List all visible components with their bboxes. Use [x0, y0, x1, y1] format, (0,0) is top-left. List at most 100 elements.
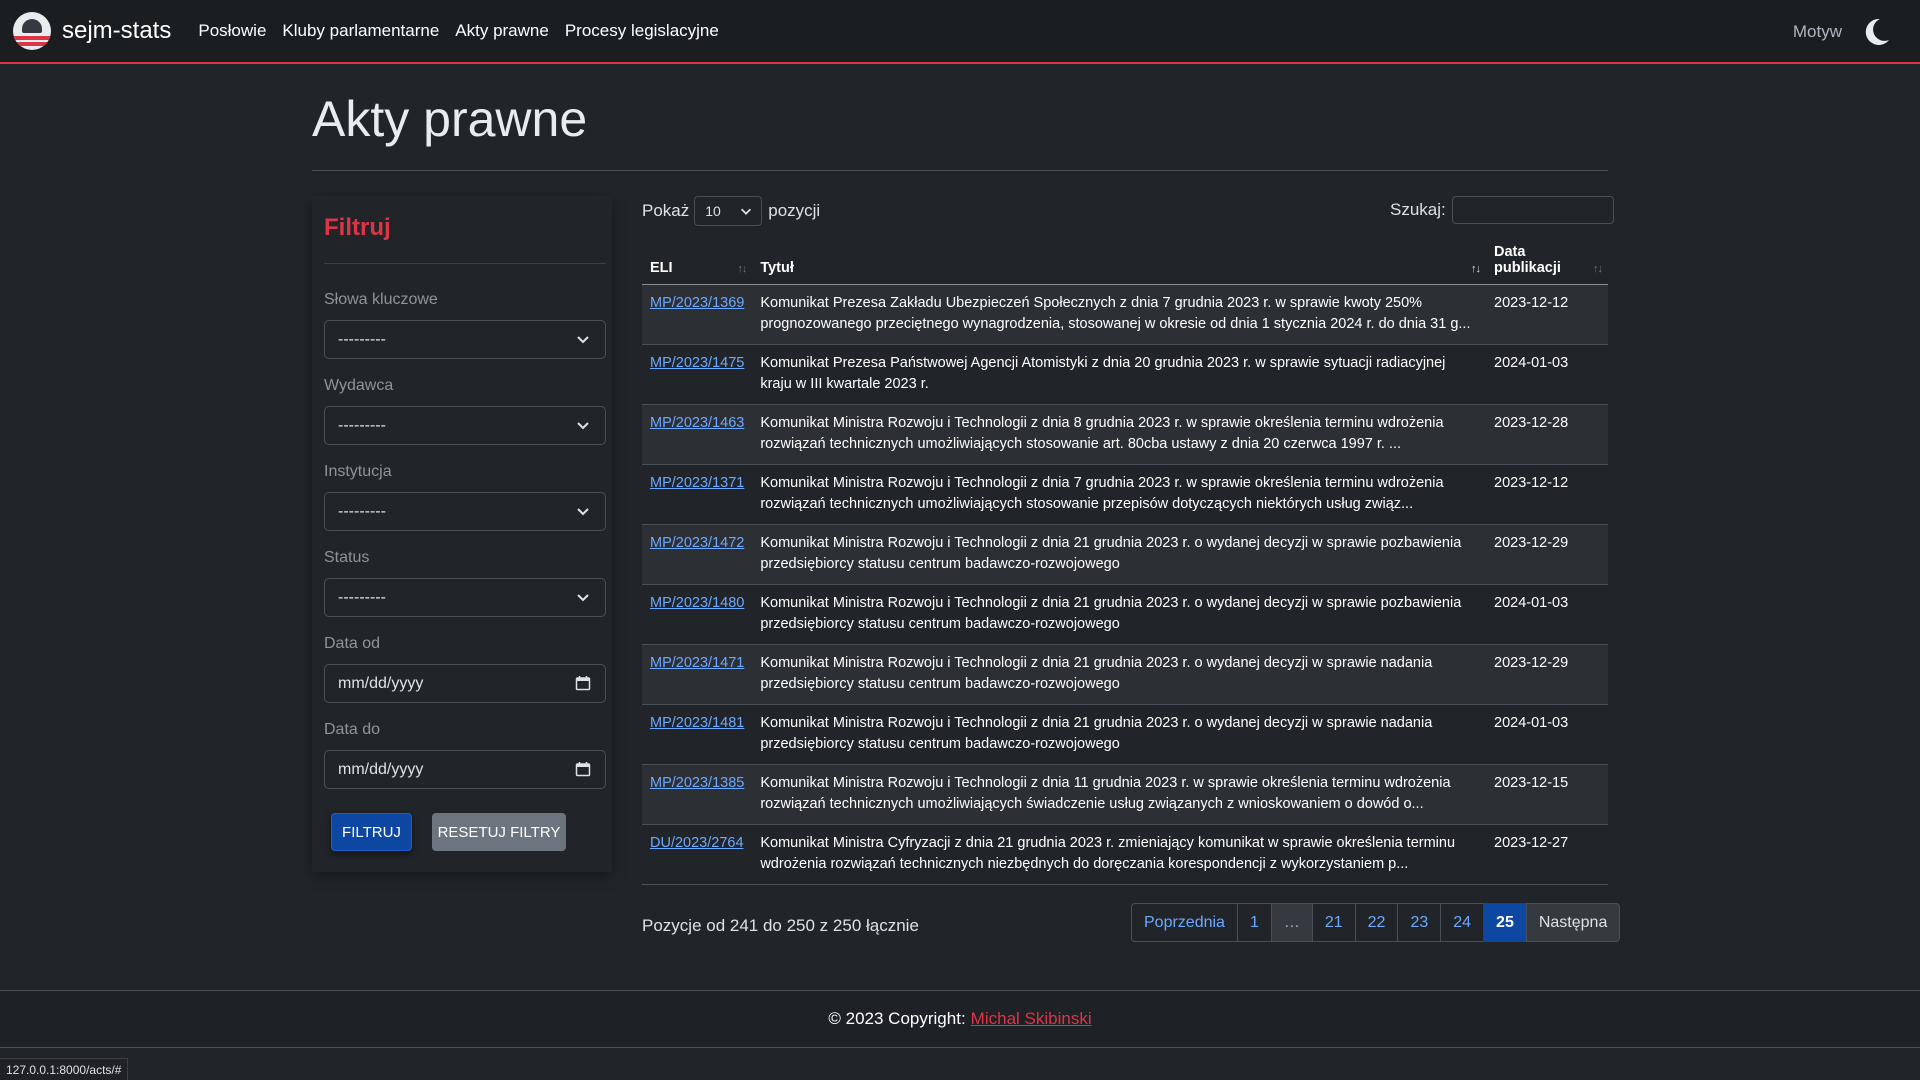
- table-row: MP/2023/1369 Komunikat Prezesa Zakładu Ub…: [642, 284, 1608, 345]
- eli-cell: MP/2023/1472: [642, 524, 753, 585]
- date-cell: 2023-12-15: [1486, 764, 1608, 825]
- date-to-placeholder: mm/dd/yyyy: [338, 760, 424, 778]
- eli-link[interactable]: MP/2023/1481: [650, 715, 744, 731]
- page-button-24[interactable]: 24: [1440, 903, 1485, 942]
- status-value: ---------: [338, 588, 386, 606]
- theme-toggle[interactable]: Motyw: [1793, 16, 1892, 48]
- table-row: MP/2023/1475 Komunikat Prezesa Państwowej…: [642, 344, 1608, 405]
- column-header-date[interactable]: Data publikacji ↑↓: [1486, 240, 1608, 285]
- nav-link-procesy[interactable]: Procesy legislacyjne: [565, 21, 719, 41]
- institution-select[interactable]: ---------: [324, 492, 606, 531]
- brand-link[interactable]: sejm-stats: [13, 12, 171, 50]
- nav-links: Posłowie Kluby parlamentarne Akty prawne…: [198, 21, 734, 41]
- eli-link[interactable]: MP/2023/1471: [650, 655, 744, 671]
- chevron-down-icon: [577, 508, 589, 516]
- institution-value: ---------: [338, 502, 386, 520]
- prev-page-button[interactable]: Poprzednia: [1131, 903, 1238, 942]
- date-from-placeholder: mm/dd/yyyy: [338, 674, 424, 692]
- browser-status-url: 127.0.0.1:8000/acts/#: [0, 1058, 129, 1080]
- page-length-control: Pokaż 10 pozycji: [642, 196, 820, 226]
- table-row: DU/2023/2764 Komunikat Ministra Cyfryzacj…: [642, 824, 1608, 885]
- eli-cell: MP/2023/1475: [642, 344, 753, 405]
- title-cell: Komunikat Ministra Rozwoju i Technologii…: [752, 584, 1486, 645]
- date-from-label: Data od: [324, 635, 381, 652]
- pagination: Poprzednia 1 … 21 22 23 24 25 Następna: [1131, 903, 1621, 942]
- table-row: MP/2023/1481 Komunikat Ministra Rozwoju i…: [642, 704, 1608, 765]
- chevron-down-icon: [741, 208, 752, 215]
- title-cell: Komunikat Ministra Rozwoju i Technologii…: [752, 644, 1486, 705]
- eli-link[interactable]: MP/2023/1371: [650, 475, 744, 491]
- table-row: MP/2023/1385 Komunikat Ministra Rozwoju i…: [642, 764, 1608, 825]
- sort-icon[interactable]: ↑↓: [1471, 263, 1481, 275]
- title-divider: [312, 170, 1608, 171]
- search-input[interactable]: [1451, 196, 1614, 224]
- date-cell: 2023-12-12: [1486, 284, 1608, 345]
- table-row: MP/2023/1480 Komunikat Ministra Rozwoju i…: [642, 584, 1608, 645]
- page-button-25[interactable]: 25: [1483, 903, 1527, 942]
- date-cell: 2024-01-03: [1486, 704, 1608, 765]
- brand-name[interactable]: sejm-stats: [62, 17, 171, 45]
- date-cell: 2023-12-29: [1486, 644, 1608, 705]
- search-label: Szukaj:: [1390, 200, 1446, 219]
- column-header-eli[interactable]: ELI ↑↓: [642, 240, 753, 285]
- author-link[interactable]: Michal Skibinski: [971, 1009, 1092, 1029]
- status-select[interactable]: ---------: [324, 578, 606, 617]
- page-length-value: 10: [705, 203, 721, 219]
- title-cell: Komunikat Ministra Rozwoju i Technologii…: [752, 464, 1486, 525]
- title-cell: Komunikat Ministra Rozwoju i Technologii…: [752, 704, 1486, 765]
- page-length-select[interactable]: 10: [694, 196, 763, 226]
- institution-label: Instytucja: [324, 463, 392, 480]
- eli-link[interactable]: MP/2023/1472: [650, 535, 744, 551]
- date-cell: 2023-12-12: [1486, 464, 1608, 525]
- table-row: MP/2023/1463 Komunikat Ministra Rozwoju i…: [642, 404, 1608, 465]
- eli-link[interactable]: MP/2023/1480: [650, 595, 744, 611]
- show-prefix: Pokaż: [642, 201, 690, 220]
- eli-link[interactable]: MP/2023/1475: [650, 355, 744, 371]
- nav-link-poslowie[interactable]: Posłowie: [198, 21, 266, 41]
- column-header-title[interactable]: Tytuł ↑↓: [752, 240, 1486, 285]
- publisher-value: ---------: [338, 416, 386, 434]
- next-page-button[interactable]: Następna: [1525, 903, 1621, 942]
- title-cell: Komunikat Prezesa Zakładu Ubezpieczeń Sp…: [752, 284, 1486, 345]
- date-cell: 2023-12-28: [1486, 404, 1608, 465]
- search-control: Szukaj:: [1390, 196, 1614, 224]
- eli-cell: MP/2023/1481: [642, 704, 753, 765]
- sort-icon[interactable]: ↑↓: [1593, 263, 1603, 275]
- publisher-select[interactable]: ---------: [324, 406, 606, 445]
- date-cell: 2023-12-29: [1486, 524, 1608, 585]
- eli-cell: MP/2023/1371: [642, 464, 753, 525]
- chevron-down-icon: [577, 594, 589, 602]
- page-button-22[interactable]: 22: [1354, 903, 1399, 942]
- moon-icon[interactable]: [1860, 16, 1892, 48]
- chevron-down-icon: [577, 336, 589, 344]
- page-button-1[interactable]: 1: [1236, 903, 1272, 942]
- theme-label: Motyw: [1792, 22, 1842, 41]
- keywords-select[interactable]: ---------: [324, 320, 606, 359]
- nav-link-kluby[interactable]: Kluby parlamentarne: [282, 21, 439, 41]
- eli-cell: MP/2023/1385: [642, 764, 753, 825]
- sort-icon[interactable]: ↑↓: [737, 263, 747, 275]
- keywords-value: ---------: [338, 330, 386, 348]
- footer: © 2023 Copyright: Michal Skibinski: [0, 990, 1920, 1048]
- eli-link[interactable]: MP/2023/1369: [650, 295, 744, 311]
- page-button-23[interactable]: 23: [1397, 903, 1442, 942]
- eli-link[interactable]: MP/2023/1385: [650, 775, 744, 791]
- eli-link[interactable]: DU/2023/2764: [650, 835, 744, 851]
- date-from-input[interactable]: mm/dd/yyyy: [324, 664, 606, 703]
- date-cell: 2024-01-03: [1486, 584, 1608, 645]
- page-button-21[interactable]: 21: [1311, 903, 1356, 942]
- show-suffix: pozycji: [768, 201, 821, 220]
- date-cell: 2023-12-27: [1486, 824, 1608, 885]
- date-cell: 2024-01-03: [1486, 344, 1608, 405]
- calendar-icon[interactable]: [575, 675, 591, 691]
- filter-divider: [324, 263, 606, 264]
- calendar-icon[interactable]: [575, 761, 591, 777]
- page-ellipsis: …: [1270, 903, 1313, 942]
- date-to-input[interactable]: mm/dd/yyyy: [324, 750, 606, 789]
- nav-link-akty[interactable]: Akty prawne: [455, 21, 549, 41]
- reset-filters-button[interactable]: RESETUJ FILTRY: [432, 813, 566, 851]
- filter-button[interactable]: FILTRUJ: [331, 813, 412, 851]
- table-header-row: ELI ↑↓ Tytuł ↑↓ Data publikacji ↑↓: [642, 240, 1608, 285]
- eli-link[interactable]: MP/2023/1463: [650, 415, 744, 431]
- title-cell: Komunikat Ministra Rozwoju i Technologii…: [752, 524, 1486, 585]
